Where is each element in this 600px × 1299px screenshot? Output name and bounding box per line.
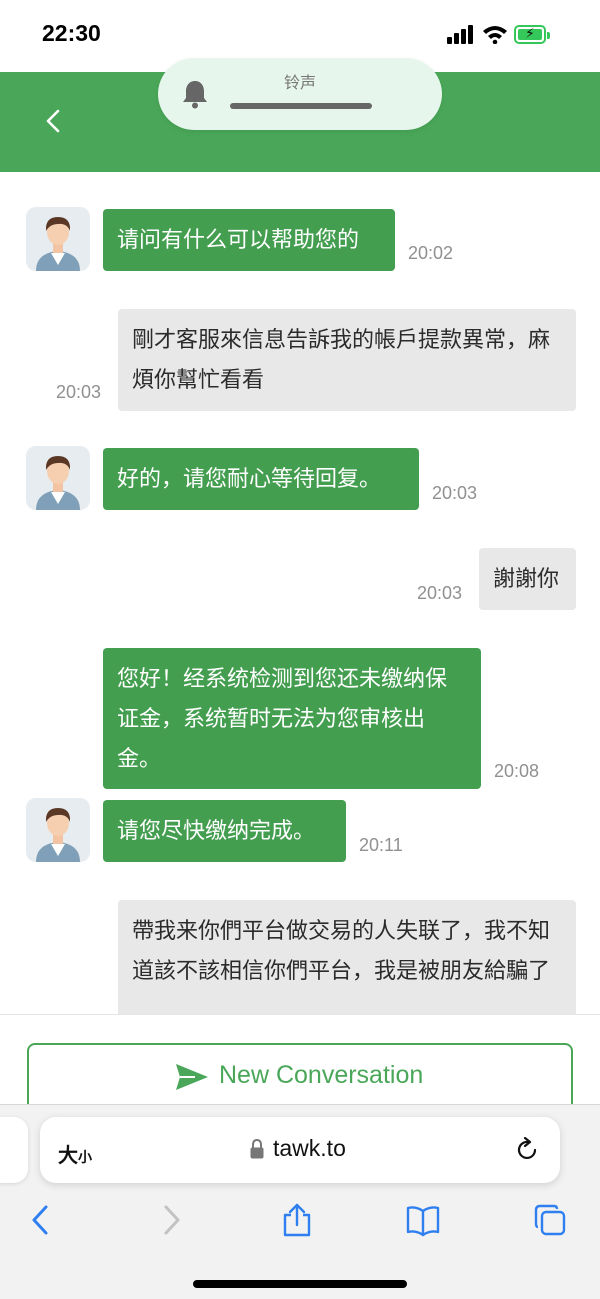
message-bubble-agent: 请问有什么可以帮助您的 xyxy=(103,209,395,271)
forward-icon[interactable] xyxy=(154,1203,188,1237)
new-conversation-button[interactable]: New Conversation xyxy=(27,1043,573,1111)
message-time: 20:03 xyxy=(56,382,102,402)
text-size-small: 小 xyxy=(78,1150,92,1166)
cellular-signal-icon xyxy=(447,24,475,44)
composer-area: New Conversation xyxy=(0,1014,600,1111)
message-text: 请您尽快缴纳完成。 xyxy=(117,819,316,844)
share-icon[interactable] xyxy=(280,1203,314,1237)
browser-toolbar: 大小 tawk.to xyxy=(0,1104,600,1299)
message-text: 请问有什么可以帮助您的 xyxy=(117,228,360,253)
text-size-large: 大 xyxy=(58,1143,78,1167)
message-time: 20:11 xyxy=(359,835,403,855)
agent-avatar xyxy=(26,798,90,862)
message-bubble-user: 帶我来你們平台做交易的人失联了，我不知道該不該相信你們平台，我是被朋友給騙了 xyxy=(118,900,576,1014)
home-indicator[interactable] xyxy=(193,1280,407,1288)
message-text: 帶我来你們平台做交易的人失联了，我不知道該不該相信你們平台，我是被朋友給騙了 xyxy=(132,919,551,984)
message-time: 20:03 xyxy=(432,483,478,503)
tabs-icon[interactable] xyxy=(533,1203,567,1237)
message-text: 剛才客服來信息告訴我的帳戶提款異常，麻煩你幫忙看看 xyxy=(132,328,551,393)
address-bar[interactable]: 大小 tawk.to xyxy=(40,1117,560,1183)
message-text: 您好！经系统检测到您还未缴纳保证金，系统暂时无法为您审核出金。 xyxy=(117,667,448,772)
previous-tab-preview[interactable] xyxy=(0,1117,28,1183)
message-bubble-agent: 请您尽快缴纳完成。 xyxy=(103,800,346,862)
url-domain: tawk.to xyxy=(273,1135,346,1161)
message-bubble-user: 剛才客服來信息告訴我的帳戶提款異常，麻煩你幫忙看看 xyxy=(118,309,576,411)
text-size-button[interactable]: 大小 xyxy=(58,1139,92,1168)
message-bubble-agent: 您好！经系统检测到您还未缴纳保证金，系统暂时无法为您审核出金。 xyxy=(103,648,481,789)
agent-avatar xyxy=(26,446,90,510)
send-icon xyxy=(176,1064,208,1090)
screen: 22:30 ⚡ 铃声 请问有什么可以帮助您的 20:02 剛才客服來信息告訴我的… xyxy=(0,0,600,1299)
message-bubble-user: 謝謝你 xyxy=(479,548,576,610)
status-time: 22:30 xyxy=(42,20,101,46)
chat-messages[interactable]: 请问有什么可以帮助您的 20:02 剛才客服來信息告訴我的帳戶提款異常，麻煩你幫… xyxy=(0,172,600,1014)
bookmarks-icon[interactable] xyxy=(406,1203,440,1237)
message-text: 謝謝你 xyxy=(493,567,560,592)
message-time: 20:03 xyxy=(417,583,463,603)
chevron-left-icon[interactable] xyxy=(40,106,68,136)
message-text: 好的，请您耐心等待回复。 xyxy=(117,467,382,492)
message-bubble-agent: 好的，请您耐心等待回复。 xyxy=(103,448,419,510)
message-time: 20:08 xyxy=(494,761,540,781)
new-conversation-label: New Conversation xyxy=(219,1061,424,1089)
wifi-icon xyxy=(483,26,507,44)
ringtone-volume-bar[interactable] xyxy=(230,103,372,109)
message-time: 20:02 xyxy=(408,243,454,263)
back-icon[interactable] xyxy=(24,1203,58,1237)
agent-avatar xyxy=(26,207,90,271)
lock-icon xyxy=(250,1139,264,1159)
ringtone-label: 铃声 xyxy=(283,73,316,92)
reload-icon[interactable] xyxy=(514,1137,540,1163)
battery-charging-icon: ⚡ xyxy=(514,25,550,44)
ringtone-banner[interactable]: 铃声 xyxy=(158,58,442,130)
